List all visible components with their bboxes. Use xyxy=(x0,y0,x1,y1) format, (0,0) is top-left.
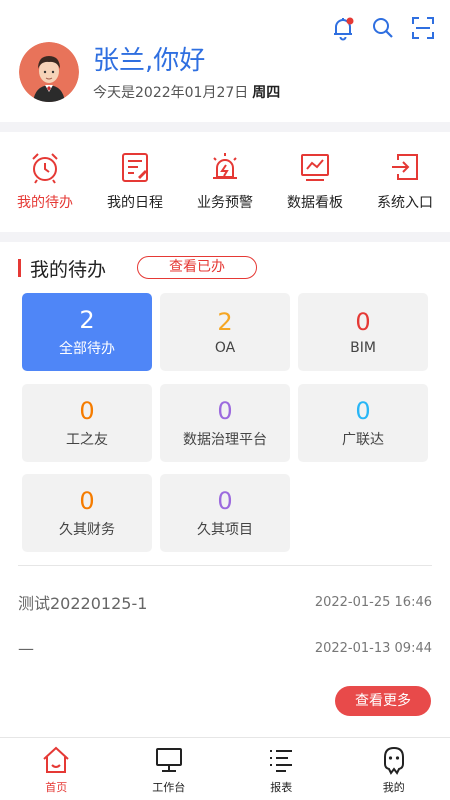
tile-count: 0 xyxy=(355,308,371,336)
todo-tile-glodon[interactable]: 0 广联达 xyxy=(298,384,428,462)
todo-title-text: 我的待办 xyxy=(30,258,107,281)
tile-label: 久其财务 xyxy=(59,522,115,538)
tile-label: OA xyxy=(214,340,236,356)
top-icons xyxy=(330,14,436,42)
monitor-icon xyxy=(155,748,182,772)
quick-nav-label: 我的待办 xyxy=(17,195,73,211)
tile-count: 2 xyxy=(217,308,233,336)
tile-label: 工之友 xyxy=(66,432,108,448)
list-item[interactable]: — 2022-01-13 09:44 xyxy=(18,636,432,660)
todo-tile-data-governance[interactable]: 0 数据治理平台 xyxy=(160,384,290,462)
tab-workbench[interactable]: 工作台 xyxy=(113,738,226,800)
header: 张兰,你好 今天是2022年01月27日 周四 xyxy=(0,0,450,122)
profile-icon xyxy=(383,746,404,775)
schedule-icon xyxy=(122,153,148,182)
list-item-time: 2022-01-25 16:46 xyxy=(314,594,432,610)
list-item-title: — xyxy=(18,638,34,658)
date-text: 今天是2022年01月27日 xyxy=(93,85,249,101)
tile-label: 广联达 xyxy=(342,432,384,448)
list-item[interactable]: 测试20220125-1 2022-01-25 16:46 xyxy=(18,590,432,614)
quick-nav-label: 我的日程 xyxy=(107,195,163,211)
tile-count: 0 xyxy=(355,397,371,425)
tile-label: 全部待办 xyxy=(59,341,115,357)
avatar[interactable] xyxy=(19,42,79,102)
todo-section-title: 我的待办 xyxy=(18,256,107,281)
tab-label: 报表 xyxy=(270,781,293,794)
list-item-title: 测试20220125-1 xyxy=(18,594,148,613)
chart-board-icon xyxy=(301,154,329,181)
list-item-time: 2022-01-13 09:44 xyxy=(314,640,432,656)
section-separator xyxy=(0,122,450,132)
warning-icon xyxy=(213,153,237,179)
greeting-text: 张兰,你好 xyxy=(93,46,206,76)
tile-label: BIM xyxy=(350,340,376,356)
title-accent-bar xyxy=(18,259,21,277)
tab-home[interactable]: 首页 xyxy=(0,738,113,800)
view-done-button[interactable]: 查看已办 xyxy=(137,256,257,279)
scan-icon[interactable] xyxy=(410,14,436,42)
divider xyxy=(18,565,432,566)
tab-mine[interactable]: 我的 xyxy=(338,738,450,800)
tile-count: 0 xyxy=(79,487,95,515)
view-more-button[interactable]: 查看更多 xyxy=(335,686,431,716)
tile-count: 0 xyxy=(217,397,233,425)
quick-nav-label: 数据看板 xyxy=(287,195,343,211)
quick-nav-data-board[interactable]: 数据看板 xyxy=(270,132,360,232)
tab-label: 首页 xyxy=(45,781,68,794)
tile-label: 数据治理平台 xyxy=(183,432,267,448)
report-list-icon xyxy=(270,750,293,772)
section-separator xyxy=(0,232,450,242)
tile-count: 2 xyxy=(79,306,95,334)
todo-tile-jiuqi-finance[interactable]: 0 久其财务 xyxy=(22,474,152,552)
todo-tile-oa[interactable]: 2 OA xyxy=(160,293,290,371)
date-line: 今天是2022年01月27日 周四 xyxy=(93,82,280,102)
alarm-clock-icon xyxy=(32,153,58,184)
tile-label: 久其项目 xyxy=(197,522,253,538)
todo-tile-all[interactable]: 2 全部待办 xyxy=(22,293,152,371)
tab-label: 工作台 xyxy=(152,781,186,794)
search-icon[interactable] xyxy=(370,14,396,42)
quick-nav-my-schedule[interactable]: 我的日程 xyxy=(90,132,180,232)
todo-tile-jiuqi-project[interactable]: 0 久其项目 xyxy=(160,474,290,552)
tile-count: 0 xyxy=(217,487,233,515)
todo-tile-bim[interactable]: 0 BIM xyxy=(298,293,428,371)
weekday-text: 周四 xyxy=(252,85,281,101)
quick-nav-system-entry[interactable]: 系统入口 xyxy=(360,132,450,232)
tile-count: 0 xyxy=(79,397,95,425)
bottom-tab-bar: 首页 工作台 报表 我的 xyxy=(0,737,450,800)
quick-nav-my-todo[interactable]: 我的待办 xyxy=(0,132,90,232)
quick-nav-label: 业务预警 xyxy=(197,195,253,211)
todo-tile-gongzhiyou[interactable]: 0 工之友 xyxy=(22,384,152,462)
home-icon xyxy=(43,746,69,773)
system-entry-icon xyxy=(392,154,418,180)
quick-nav-business-warning[interactable]: 业务预警 xyxy=(180,132,270,232)
quick-nav: 我的待办 我的日程 业务预警 数据看板 系统入口 xyxy=(0,132,450,232)
quick-nav-label: 系统入口 xyxy=(377,195,433,211)
notification-bell-icon[interactable] xyxy=(330,14,356,42)
tab-label: 我的 xyxy=(382,781,405,794)
tab-reports[interactable]: 报表 xyxy=(225,738,338,800)
